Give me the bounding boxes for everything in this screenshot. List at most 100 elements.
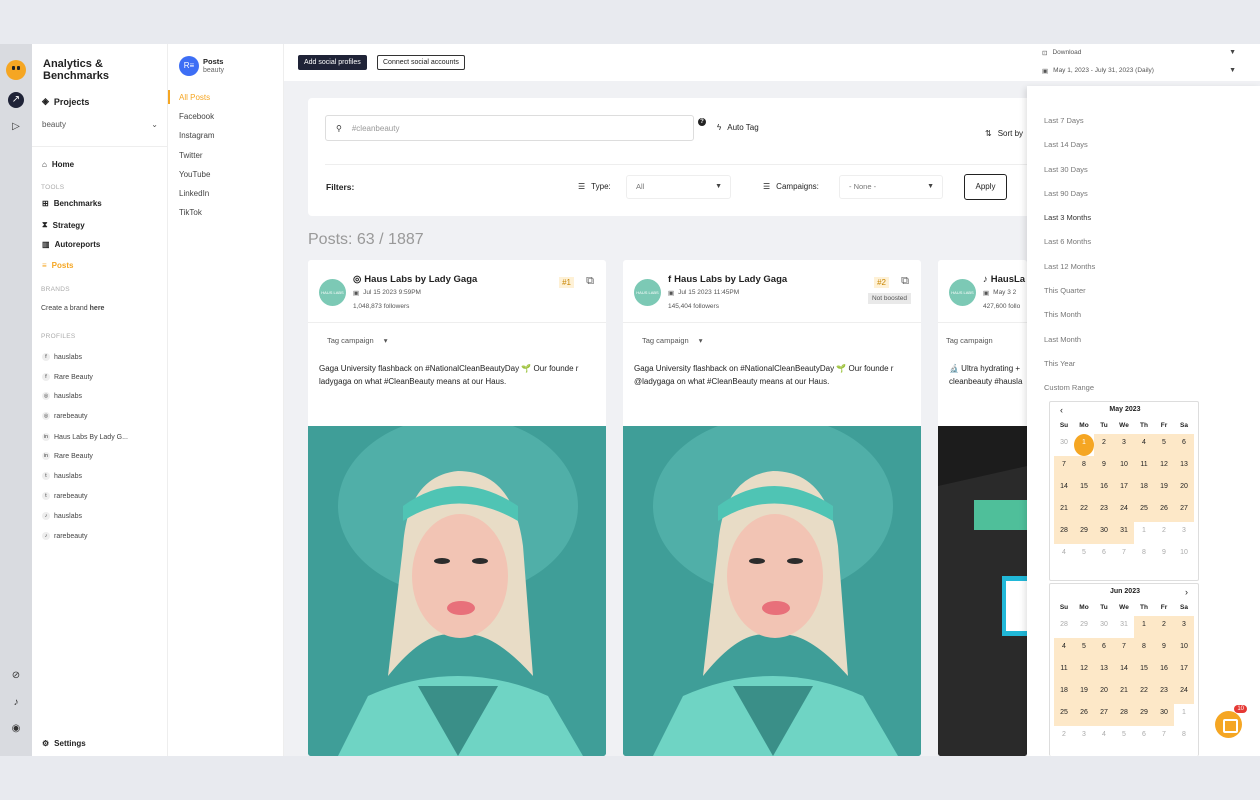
calendar-day[interactable]: 7 (1114, 638, 1134, 660)
calendar-day[interactable]: 5 (1154, 434, 1174, 456)
post-image[interactable] (308, 426, 606, 756)
calendar-day[interactable]: 3 (1174, 616, 1194, 638)
projects-link[interactable]: ◈ Projects (42, 96, 89, 107)
search-input[interactable]: ⚲ #cleanbeauty (325, 115, 694, 141)
calendar-day-start[interactable]: 1 (1074, 434, 1094, 456)
calendar-day[interactable]: 9 (1154, 544, 1174, 566)
calendar-day[interactable]: 16 (1154, 660, 1174, 682)
sort-by-button[interactable]: ⇅ Sort by (985, 129, 1023, 138)
calendar-day[interactable]: 15 (1134, 660, 1154, 682)
add-social-profiles-button[interactable]: Add social profiles (298, 55, 367, 70)
subnav-youtube[interactable]: YouTube (179, 170, 210, 179)
user-icon[interactable]: ◉ (8, 721, 24, 737)
calendar-day[interactable]: 20 (1174, 478, 1194, 500)
type-select[interactable]: All ▼ (626, 175, 731, 199)
calendar-day[interactable]: 2 (1054, 726, 1074, 748)
calendar-day[interactable]: 2 (1154, 616, 1174, 638)
calendar-day[interactable]: 29 (1134, 704, 1154, 726)
chevron-left-icon[interactable]: ‹ (1060, 402, 1063, 418)
calendar-day[interactable]: 1 (1174, 704, 1194, 726)
date-option[interactable]: Last 14 Days (1044, 140, 1088, 149)
calendar-day[interactable]: 14 (1114, 660, 1134, 682)
calendar-day[interactable]: 24 (1114, 500, 1134, 522)
date-option[interactable]: Last Month (1044, 335, 1081, 344)
download-dropdown[interactable]: ⊡ Download ▼ (1036, 46, 1242, 59)
calendar-day[interactable]: 17 (1174, 660, 1194, 682)
nav-autoreports[interactable]: ▥ Autoreports (42, 240, 100, 249)
date-range-dropdown[interactable]: ▣ May 1, 2023 - July 31, 2023 (Daily) ▼ (1036, 64, 1242, 77)
calendar-day[interactable]: 22 (1134, 682, 1154, 704)
calendar-day[interactable]: 10 (1174, 544, 1194, 566)
calendar-day[interactable]: 4 (1094, 726, 1114, 748)
calendar-day[interactable]: 16 (1094, 478, 1114, 500)
link-icon[interactable]: ⊘ (8, 668, 24, 684)
calendar-day[interactable]: 23 (1154, 682, 1174, 704)
calendar-day[interactable]: 28 (1054, 522, 1074, 544)
calendar-day[interactable]: 19 (1154, 478, 1174, 500)
calendar-day[interactable]: 27 (1174, 500, 1194, 522)
calendar-day[interactable]: 6 (1094, 638, 1114, 660)
subnav-tiktok[interactable]: TikTok (179, 208, 202, 217)
calendar-day[interactable]: 9 (1094, 456, 1114, 478)
calendar-day[interactable]: 25 (1134, 500, 1154, 522)
calendar-day[interactable]: 22 (1074, 500, 1094, 522)
project-select[interactable]: beauty ⌄ (42, 120, 158, 129)
calendar-day[interactable]: 8 (1174, 726, 1194, 748)
calendar-day[interactable]: 8 (1134, 544, 1154, 566)
calendar-day[interactable]: 11 (1054, 660, 1074, 682)
calendar-day[interactable]: 5 (1114, 726, 1134, 748)
calendar-day[interactable]: 31 (1114, 522, 1134, 544)
create-brand-link[interactable]: here (90, 305, 105, 312)
calendar-day[interactable]: 25 (1054, 704, 1074, 726)
calendar-day[interactable]: 4 (1134, 434, 1154, 456)
calendar-day[interactable]: 1 (1134, 522, 1154, 544)
profile-item[interactable]: ♪ rarebeauty (42, 532, 87, 540)
date-option[interactable]: Last 6 Months (1044, 237, 1091, 246)
calendar-day[interactable]: 4 (1054, 638, 1074, 660)
subnav-facebook[interactable]: Facebook (179, 112, 214, 121)
calendar-day[interactable]: 27 (1094, 704, 1114, 726)
calendar-day[interactable]: 17 (1114, 478, 1134, 500)
calendar-day[interactable]: 2 (1094, 434, 1114, 456)
post-author[interactable]: ♪ HausLa (983, 274, 1025, 285)
calendar-day[interactable]: 12 (1154, 456, 1174, 478)
calendar-day[interactable]: 5 (1074, 638, 1094, 660)
calendar-day[interactable]: 31 (1114, 616, 1134, 638)
calendar-day[interactable]: 15 (1074, 478, 1094, 500)
campaigns-select[interactable]: - None - ▼ (839, 175, 943, 199)
calendar-day[interactable]: 30 (1054, 434, 1074, 456)
calendar-day[interactable]: 11 (1134, 456, 1154, 478)
calendar-day[interactable]: 3 (1074, 726, 1094, 748)
calendar-day[interactable]: 12 (1074, 660, 1094, 682)
bell-icon[interactable]: ♪ (8, 695, 24, 711)
post-image[interactable] (623, 426, 921, 756)
calendar-day[interactable]: 13 (1094, 660, 1114, 682)
nav-strategy[interactable]: ⧗ Strategy (42, 220, 85, 230)
date-option-selected[interactable]: Last 3 Months (1044, 213, 1091, 222)
calendar-day[interactable]: 7 (1154, 726, 1174, 748)
date-option[interactable]: This Month (1044, 310, 1081, 319)
calendar-day[interactable]: 7 (1114, 544, 1134, 566)
calendar-day[interactable]: 2 (1154, 522, 1174, 544)
tag-campaign-dropdown[interactable]: Tag campaign (946, 336, 993, 345)
calendar-day[interactable]: 30 (1094, 616, 1114, 638)
post-author[interactable]: f Haus Labs by Lady Gaga (668, 274, 787, 285)
calendar-day[interactable]: 18 (1054, 682, 1074, 704)
profile-item[interactable]: t hauslabs (42, 472, 82, 480)
calendar-day[interactable]: 28 (1114, 704, 1134, 726)
calendar-day[interactable]: 18 (1134, 478, 1154, 500)
help-icon[interactable]: ? (698, 118, 706, 126)
profile-item[interactable]: f hauslabs (42, 353, 82, 361)
calendar-day[interactable]: 29 (1074, 522, 1094, 544)
nav-posts[interactable]: ≡ Posts (42, 261, 73, 270)
calendar-day[interactable]: 8 (1074, 456, 1094, 478)
auto-tag-button[interactable]: ϟ Auto Tag (717, 123, 759, 132)
external-link-icon[interactable]: ⧉ (586, 275, 594, 288)
calendar-day[interactable]: 21 (1054, 500, 1074, 522)
calendar-day[interactable]: 23 (1094, 500, 1114, 522)
calendar-day[interactable]: 9 (1154, 638, 1174, 660)
date-option[interactable]: Custom Range (1044, 383, 1094, 392)
nav-benchmarks[interactable]: ⊞ Benchmarks (42, 199, 102, 208)
chat-launcher-icon[interactable]: 10 (1215, 705, 1247, 738)
profile-item[interactable]: t rarebeauty (42, 492, 87, 500)
